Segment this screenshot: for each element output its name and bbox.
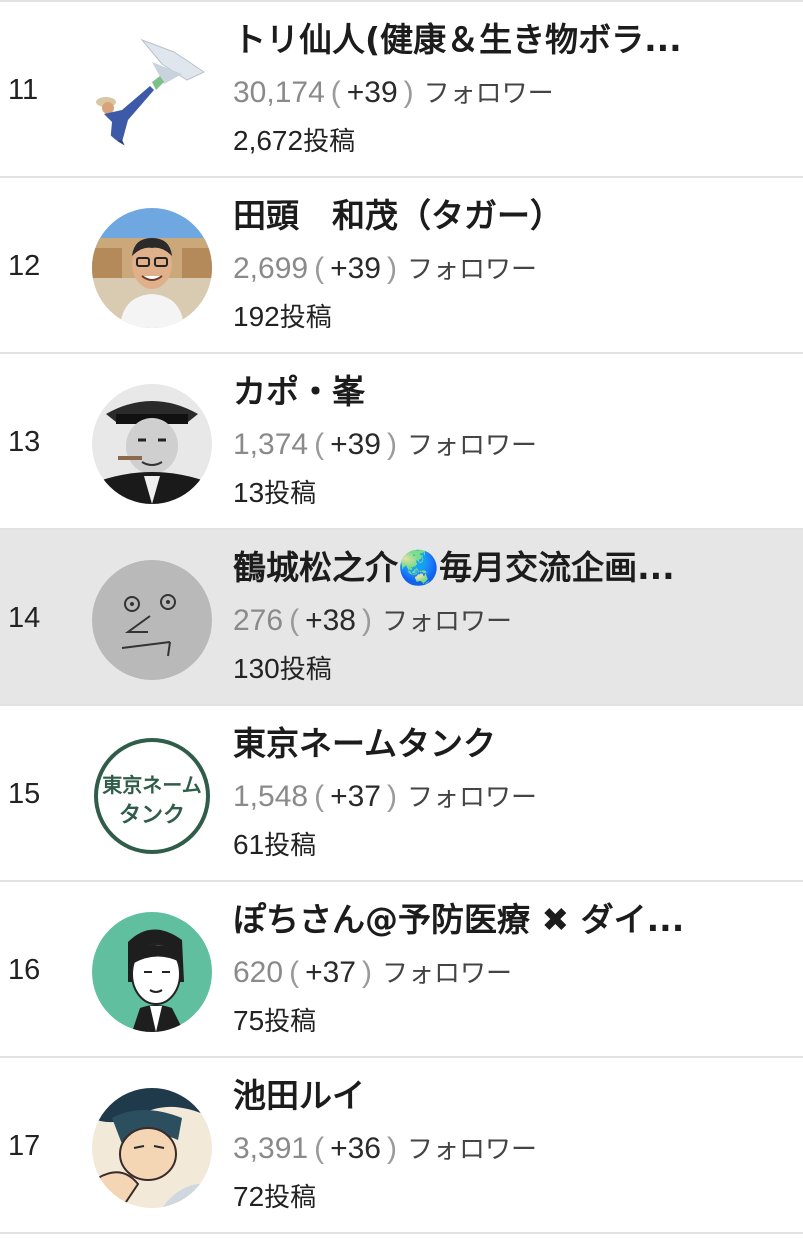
- ranking-row[interactable]: 17 池田ルイ 3,391(+36) フォロワー 72投稿: [0, 1058, 803, 1234]
- post-count-value: 61: [233, 829, 265, 860]
- post-count-unit: 投稿: [264, 479, 317, 509]
- rank-number: 11: [8, 74, 39, 106]
- follower-label: フォロワー: [381, 607, 512, 637]
- post-count-value: 192: [233, 301, 280, 332]
- ranking-row[interactable]: 14 鶴城松之介🌏毎月交流企画... 276(+38) フォロワー 130投稿: [0, 530, 803, 706]
- follower-stats: 1,374(+39) フォロワー: [233, 428, 537, 461]
- smiling-man-glasses-icon[interactable]: [92, 208, 212, 328]
- follower-stats: 620(+37) フォロワー: [233, 956, 512, 989]
- doodle-face-icon[interactable]: [92, 560, 212, 680]
- post-count-unit: 投稿: [303, 127, 356, 157]
- man-flying-kite-icon[interactable]: [92, 32, 212, 152]
- post-count-value: 130: [233, 653, 280, 684]
- man-with-hat-cigar-icon[interactable]: [92, 384, 212, 504]
- user-name[interactable]: 田頭 和茂（タガー）: [233, 192, 693, 240]
- tokyo-name-tank-logo-icon[interactable]: 東京ネーム タンク: [92, 736, 212, 856]
- rank-number: 15: [8, 778, 41, 810]
- post-count-unit: 投稿: [264, 1007, 317, 1037]
- ranking-row[interactable]: 13 カポ・峯 1,374(+39) フォロワー 13投稿: [0, 354, 803, 530]
- post-count-unit: 投稿: [279, 303, 332, 333]
- ranking-row[interactable]: 15 東京ネーム タンク 東京ネームタンク 1,548(+37) フォロワー 61…: [0, 706, 803, 882]
- rank-number: 14: [8, 602, 41, 634]
- post-count-value: 75: [233, 1005, 265, 1036]
- follower-count: 1,548: [233, 780, 309, 813]
- post-count: 192投稿: [233, 294, 332, 341]
- follower-delta: +37: [305, 956, 356, 989]
- follower-count: 1,374: [233, 428, 309, 461]
- follower-count: 620: [233, 956, 284, 989]
- follower-stats: 1,548(+37) フォロワー: [233, 780, 537, 813]
- follower-stats: 2,699(+39) フォロワー: [233, 252, 537, 285]
- follower-count: 2,699: [233, 252, 309, 285]
- user-name[interactable]: トリ仙人(健康＆生き物ボラ...: [233, 16, 693, 64]
- follower-label: フォロワー: [406, 431, 537, 461]
- user-name[interactable]: 池田ルイ: [233, 1072, 693, 1120]
- rank-number: 16: [8, 954, 41, 986]
- follower-label: フォロワー: [423, 79, 554, 109]
- post-count: 72投稿: [233, 1174, 316, 1221]
- ranking-row[interactable]: 12 田頭 和茂（タガー） 2,699(+39) フォロワー 192投稿: [0, 178, 803, 354]
- follower-stats: 3,391(+36) フォロワー: [233, 1132, 537, 1165]
- logo-text-line1: 東京ネーム: [102, 773, 201, 797]
- post-count: 2,672投稿: [233, 118, 355, 165]
- follower-label: フォロワー: [381, 959, 512, 989]
- ranking-row[interactable]: 11 トリ仙人(健康＆生き物ボラ... 30,174(+39) フォロワー 2,6…: [0, 2, 803, 178]
- user-name[interactable]: 鶴城松之介🌏毎月交流企画...: [233, 544, 693, 592]
- follower-delta: +36: [330, 1132, 381, 1165]
- follower-delta: +38: [305, 604, 356, 637]
- follower-delta: +39: [330, 428, 381, 461]
- follower-label: フォロワー: [406, 783, 537, 813]
- ranking-row[interactable]: 16 ぽちさん@予防医療 ✖ ダイ... 620(+37) フォロワー 75投稿: [0, 882, 803, 1058]
- manga-character-icon[interactable]: [92, 1088, 212, 1208]
- user-name[interactable]: カポ・峯: [233, 368, 693, 416]
- follower-count: 3,391: [233, 1132, 309, 1165]
- user-name[interactable]: 東京ネームタンク: [233, 720, 693, 768]
- follower-label: フォロワー: [406, 1135, 537, 1165]
- post-count: 75投稿: [233, 998, 316, 1045]
- follower-delta: +37: [330, 780, 381, 813]
- follower-label: フォロワー: [406, 255, 537, 285]
- post-count: 130投稿: [233, 646, 332, 693]
- user-name[interactable]: ぽちさん@予防医療 ✖ ダイ...: [233, 896, 693, 944]
- follower-count: 276: [233, 604, 284, 637]
- post-count-unit: 投稿: [264, 1183, 317, 1213]
- illustrated-man-portrait-icon[interactable]: [92, 912, 212, 1032]
- post-count: 61投稿: [233, 822, 316, 869]
- ranking-list: 11 トリ仙人(健康＆生き物ボラ... 30,174(+39) フォロワー 2,6…: [0, 0, 803, 1234]
- post-count-value: 13: [233, 477, 265, 508]
- post-count: 13投稿: [233, 470, 316, 517]
- rank-number: 17: [8, 1130, 41, 1162]
- rank-number: 13: [8, 426, 41, 458]
- post-count-unit: 投稿: [279, 655, 332, 685]
- follower-stats: 30,174(+39) フォロワー: [233, 76, 554, 109]
- follower-delta: +39: [346, 76, 398, 109]
- post-count-value: 72: [233, 1181, 265, 1212]
- follower-stats: 276(+38) フォロワー: [233, 604, 512, 637]
- follower-delta: +39: [330, 252, 381, 285]
- follower-count: 30,174: [233, 76, 325, 109]
- post-count-value: 2,672: [233, 125, 304, 156]
- rank-number: 12: [8, 250, 41, 282]
- post-count-unit: 投稿: [264, 831, 317, 861]
- logo-text-line2: タンク: [119, 803, 185, 828]
